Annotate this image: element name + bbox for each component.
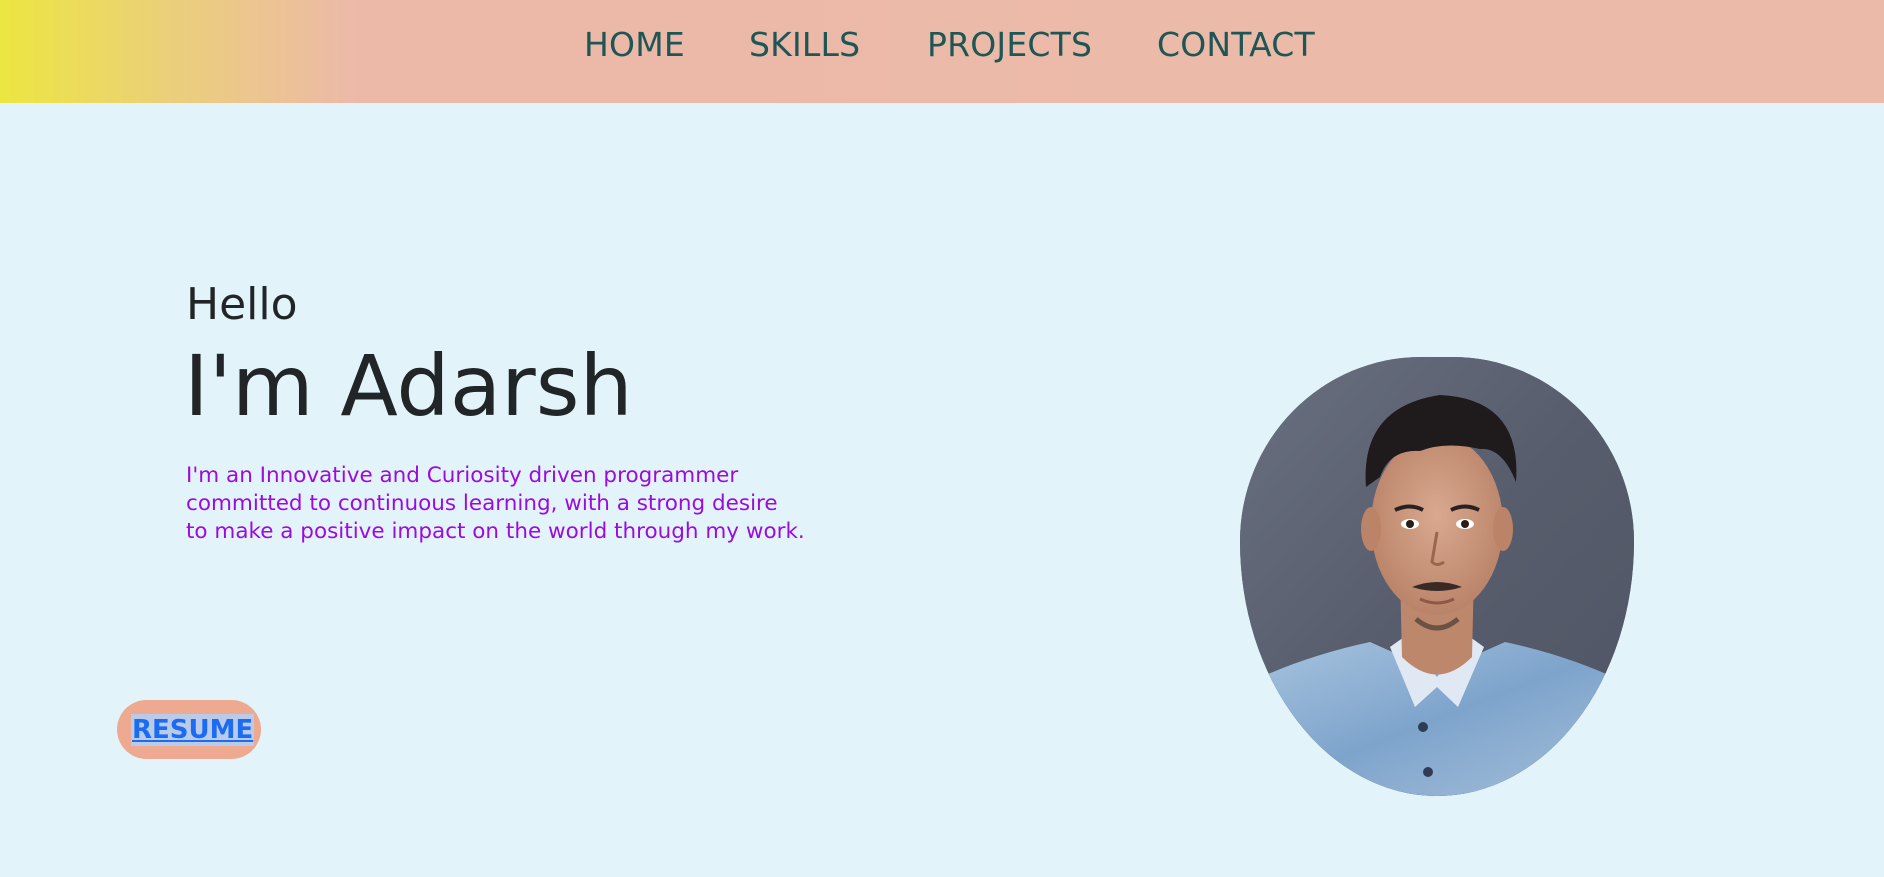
resume-button[interactable]: RESUME bbox=[117, 700, 261, 759]
hero-greeting: Hello bbox=[186, 279, 298, 330]
nav-link-projects[interactable]: PROJECTS bbox=[927, 24, 1092, 66]
nav-link-home[interactable]: HOME bbox=[584, 24, 685, 66]
resume-link[interactable]: RESUME bbox=[131, 714, 255, 746]
hero-name: I'm Adarsh bbox=[184, 337, 633, 435]
hero-intro-text: I'm an Innovative and Curiosity driven p… bbox=[186, 463, 805, 544]
nav-link-contact[interactable]: CONTACT bbox=[1157, 24, 1315, 66]
top-navbar: HOME SKILLS PROJECTS CONTACT bbox=[0, 0, 1884, 103]
nav-link-skills[interactable]: SKILLS bbox=[749, 24, 860, 66]
profile-photo bbox=[1240, 357, 1634, 796]
profile-photo-illustration bbox=[1240, 357, 1634, 796]
